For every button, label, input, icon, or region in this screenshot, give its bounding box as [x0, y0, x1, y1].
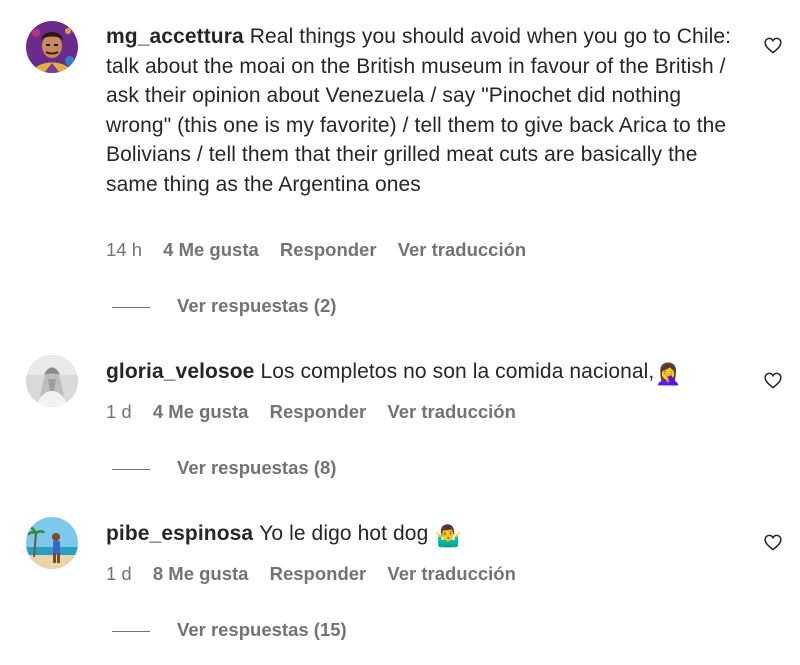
view-replies-label: Ver respuestas (8)	[177, 457, 337, 478]
comment-time: 14 h	[106, 239, 143, 260]
translate-button[interactable]: Ver traducción	[398, 239, 527, 260]
reply-button[interactable]: Responder	[270, 563, 367, 584]
comment-time: 1 d	[106, 563, 132, 584]
view-replies-button[interactable]: Ver respuestas (2)	[112, 295, 336, 317]
comment-meta: 14 h 4 Me gusta Responder Ver traducción	[106, 239, 542, 261]
heart-outline-icon[interactable]	[764, 372, 782, 389]
shrug-emoji: 🤷‍♂️	[435, 525, 462, 548]
likes-count[interactable]: 4 Me gusta	[163, 239, 259, 260]
reply-button[interactable]: Responder	[280, 239, 377, 260]
comment-body: pibe_espinosa Yo le digo hot dog 🤷‍♂️	[106, 519, 746, 552]
comment-text: Los completos no son la comida nacional,	[260, 360, 655, 383]
grayscale-photo-avatar[interactable]	[26, 355, 78, 407]
comment-username[interactable]: mg_accettura	[106, 25, 244, 48]
comment-meta: 1 d 8 Me gusta Responder Ver traducción	[106, 563, 532, 585]
replies-divider-line	[112, 306, 150, 308]
view-replies-label: Ver respuestas (2)	[177, 295, 337, 316]
heart-outline-icon[interactable]	[764, 534, 782, 551]
comment-body: gloria_velosoe Los completos no son la co…	[106, 357, 746, 390]
view-replies-button[interactable]: Ver respuestas (8)	[112, 457, 336, 479]
comment-meta: 1 d 4 Me gusta Responder Ver traducción	[106, 401, 532, 423]
comment-body: mg_accettura Real things you should avoid…	[106, 22, 746, 199]
translate-button[interactable]: Ver traducción	[387, 401, 516, 422]
cartoon-portrait-avatar[interactable]	[26, 21, 78, 73]
beach-photo-avatar[interactable]	[26, 517, 78, 569]
comment-time: 1 d	[106, 401, 132, 422]
view-replies-button[interactable]: Ver respuestas (15)	[112, 619, 347, 641]
comment-text: Real things you should avoid when you go…	[106, 25, 732, 196]
translate-button[interactable]: Ver traducción	[387, 563, 516, 584]
comment-text: Yo le digo hot dog	[259, 522, 429, 545]
likes-count[interactable]: 8 Me gusta	[153, 563, 249, 584]
reply-button[interactable]: Responder	[270, 401, 367, 422]
comment-username[interactable]: gloria_velosoe	[106, 360, 254, 383]
view-replies-label: Ver respuestas (15)	[177, 619, 347, 640]
heart-outline-icon[interactable]	[764, 37, 782, 54]
replies-divider-line	[112, 468, 150, 470]
replies-divider-line	[112, 630, 150, 632]
facepalm-emoji: 🤦‍♀️	[655, 363, 682, 386]
likes-count[interactable]: 4 Me gusta	[153, 401, 249, 422]
comment-username[interactable]: pibe_espinosa	[106, 522, 253, 545]
